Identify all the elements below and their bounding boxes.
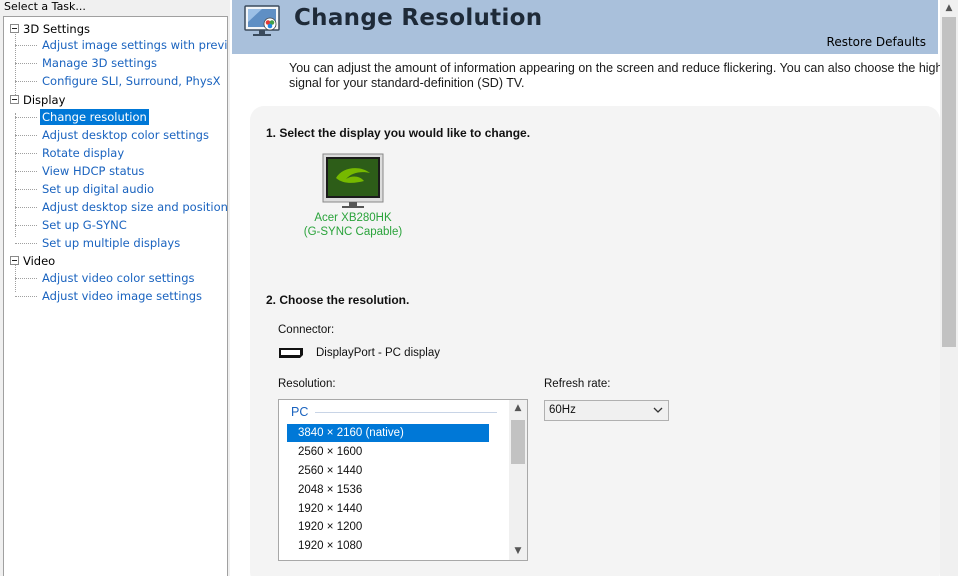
- task-tree: 3D Settings Adjust image settings with p…: [3, 16, 228, 576]
- tree-item-label[interactable]: Set up digital audio: [40, 181, 156, 197]
- scroll-down-arrow-icon[interactable]: ▼: [509, 543, 527, 560]
- tree-group-display[interactable]: Display: [4, 92, 224, 108]
- collapse-toggle-icon[interactable]: [10, 24, 19, 33]
- resolution-listbox[interactable]: PC 3840 × 2160 (native) 2560 × 1600 2560…: [278, 399, 528, 561]
- scroll-up-arrow-icon[interactable]: ▲: [509, 400, 527, 417]
- tree-item-label[interactable]: Adjust video image settings: [40, 288, 204, 304]
- display-model: Acer XB280HK: [314, 212, 392, 224]
- tree-item-video-image[interactable]: Adjust video image settings: [15, 288, 225, 304]
- page-title: Change Resolution: [294, 5, 543, 31]
- tree-item-multiple-displays[interactable]: Set up multiple displays: [15, 235, 225, 251]
- section-2-heading: 2. Choose the resolution.: [266, 293, 410, 307]
- resolution-scrollbar[interactable]: ▲ ▼: [509, 400, 527, 560]
- display-name[interactable]: Acer XB280HK (G-SYNC Capable): [280, 211, 426, 239]
- refresh-rate-dropdown[interactable]: 60Hz: [544, 400, 669, 421]
- tree-item-label[interactable]: Adjust desktop size and position: [40, 199, 227, 215]
- resolution-option-2560x1440[interactable]: 2560 × 1440: [287, 462, 489, 480]
- tree-item-label[interactable]: Adjust desktop color settings: [40, 127, 211, 143]
- tree-item-label[interactable]: View HDCP status: [40, 163, 146, 179]
- refresh-rate-label: Refresh rate:: [544, 378, 611, 390]
- tree-group-3d-settings[interactable]: 3D Settings: [4, 21, 224, 37]
- tree-group-video[interactable]: Video: [4, 253, 224, 269]
- scrollbar-thumb[interactable]: [942, 17, 956, 347]
- tree-item-label[interactable]: Set up G-SYNC: [40, 217, 129, 233]
- tree-item-label[interactable]: Adjust image settings with preview: [40, 37, 227, 53]
- resolution-option-1920x1080[interactable]: 1920 × 1080: [287, 537, 489, 555]
- task-pane-header: Select a Task...: [0, 0, 230, 16]
- scroll-up-arrow-icon[interactable]: ▲: [940, 0, 958, 17]
- display-capability: (G-SYNC Capable): [303, 226, 403, 238]
- tree-item-label[interactable]: Configure SLI, Surround, PhysX: [40, 73, 223, 89]
- tree-item-label[interactable]: Change resolution: [40, 109, 149, 125]
- displayport-icon: [279, 348, 303, 358]
- description-line-2: signal for your standard-definition (SD)…: [289, 76, 525, 90]
- description-line-1: You can adjust the amount of information…: [289, 61, 949, 75]
- chevron-down-icon: [653, 407, 663, 413]
- tree-group-label[interactable]: Display: [23, 92, 65, 108]
- tree-item-view-hdcp-status[interactable]: View HDCP status: [15, 163, 225, 179]
- tree-item-change-resolution[interactable]: Change resolution: [15, 109, 225, 125]
- page-scrollbar[interactable]: ▲: [940, 0, 958, 576]
- monitor-icon[interactable]: [322, 153, 384, 209]
- resolution-option-1920x1200[interactable]: 1920 × 1200: [287, 518, 489, 536]
- tree-item-label[interactable]: Set up multiple displays: [40, 235, 182, 251]
- section-1-heading: 1. Select the display you would like to …: [266, 126, 531, 140]
- tree-item-label[interactable]: Rotate display: [40, 145, 126, 161]
- tree-item-adjust-image-settings[interactable]: Adjust image settings with preview: [15, 37, 227, 53]
- resolution-group-header: PC: [291, 405, 309, 419]
- tree-item-digital-audio[interactable]: Set up digital audio: [15, 181, 225, 197]
- tree-item-desktop-size-position[interactable]: Adjust desktop size and position: [15, 199, 227, 215]
- scrollbar-thumb[interactable]: [511, 420, 525, 464]
- page-banner: Change Resolution Restore Defaults: [232, 0, 938, 54]
- tree-item-label[interactable]: Adjust video color settings: [40, 270, 197, 286]
- collapse-toggle-icon[interactable]: [10, 256, 19, 265]
- content-pane: Change Resolution Restore Defaults You c…: [230, 0, 958, 576]
- tree-group-label[interactable]: Video: [23, 253, 55, 269]
- tree-item-video-color[interactable]: Adjust video color settings: [15, 270, 225, 286]
- resolution-option-3840x2160[interactable]: 3840 × 2160 (native): [287, 424, 489, 442]
- tree-group-label[interactable]: 3D Settings: [23, 21, 90, 37]
- refresh-rate-value: 60Hz: [549, 404, 576, 416]
- resolution-option-2560x1600[interactable]: 2560 × 1600: [287, 443, 489, 461]
- group-divider: [315, 412, 497, 413]
- connector-label: Connector:: [278, 324, 335, 336]
- tree-item-label[interactable]: Manage 3D settings: [40, 55, 159, 71]
- tree-item-adjust-desktop-color[interactable]: Adjust desktop color settings: [15, 127, 225, 143]
- display-settings-icon: [244, 5, 280, 36]
- resolution-option-1920x1440[interactable]: 1920 × 1440: [287, 500, 489, 518]
- tree-item-manage-3d-settings[interactable]: Manage 3D settings: [15, 55, 225, 71]
- tree-item-rotate-display[interactable]: Rotate display: [15, 145, 225, 161]
- tree-item-configure-sli[interactable]: Configure SLI, Surround, PhysX: [15, 73, 225, 89]
- tree-item-set-up-g-sync[interactable]: Set up G-SYNC: [15, 217, 225, 233]
- page-description: You can adjust the amount of information…: [289, 61, 949, 91]
- collapse-toggle-icon[interactable]: [10, 95, 19, 104]
- resolution-label: Resolution:: [278, 378, 336, 390]
- resolution-option-2048x1536[interactable]: 2048 × 1536: [287, 481, 489, 499]
- restore-defaults-link[interactable]: Restore Defaults: [827, 35, 926, 49]
- task-pane: Select a Task... 3D Settings Adjust imag…: [0, 0, 230, 576]
- settings-panel: 1. Select the display you would like to …: [250, 106, 940, 576]
- connector-value: DisplayPort - PC display: [316, 347, 440, 359]
